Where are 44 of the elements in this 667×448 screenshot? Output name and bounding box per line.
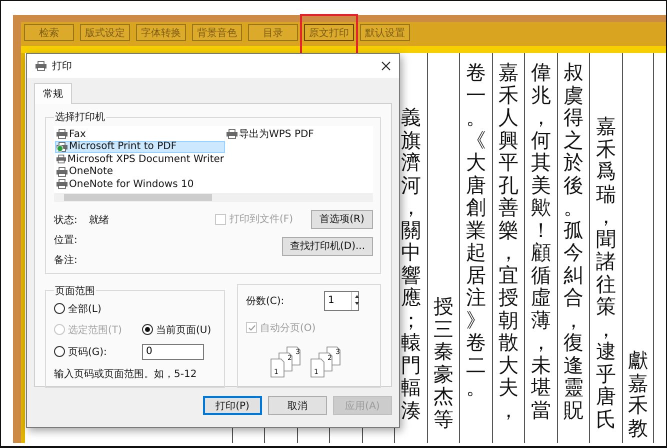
printer-item[interactable]: 导出为WPS PDF <box>225 128 372 140</box>
printer-list[interactable]: Fax Microsoft Print to PDF Microsoft XPS Document Writer OneNote OneNote for Windows 10 导出为WPS PDF <box>54 126 373 202</box>
text-column: 嘉禾爲瑞，聞諸往策，逮乎唐氏 <box>596 115 616 430</box>
tab[interactable]: 常规 <box>34 83 72 104</box>
printer-item[interactable]: Microsoft XPS Document Writer <box>55 153 225 166</box>
text-column: 卷一。《大唐創業起居注》卷二。 <box>466 61 486 398</box>
dialog-title: 打印 <box>52 60 73 73</box>
group-label: 选择打印机 <box>54 110 106 124</box>
printer-icon <box>226 129 238 140</box>
status-label: 状态: <box>54 214 78 226</box>
find-printer-button[interactable]: 查找打印机(D)... <box>282 236 373 256</box>
printer-icon <box>35 61 47 71</box>
dialog-button[interactable]: 取消 <box>268 396 327 415</box>
preferences-button[interactable]: 首选项(R) <box>311 210 373 228</box>
radio-option[interactable]: 页码(G): <box>54 344 142 358</box>
text-column: 叔虞得之於後。孤今糾合，復逢靈貺 <box>563 61 584 421</box>
status-label: 备注: <box>54 254 78 266</box>
status-value: 就绪 <box>89 214 109 226</box>
check-icon <box>248 324 256 332</box>
text-column: 偉兆，何其美歟！顧循虛薄，未堪當 <box>530 61 551 421</box>
copies-label: 份数(C): <box>246 294 284 308</box>
group-label: 页面范围 <box>54 284 96 298</box>
dialog-button[interactable]: 打印(P) <box>203 396 262 415</box>
hint-text: 输入页码或页面范围。如，5-12 <box>54 368 198 380</box>
text-column: 義旗濟河，關中響應；轅門輻湊 <box>400 106 421 421</box>
scrollbar[interactable] <box>54 192 373 202</box>
printer-item[interactable]: Fax <box>55 128 225 140</box>
printer-icon <box>56 154 66 164</box>
radio-option[interactable]: 当前页面(U) <box>142 322 217 336</box>
printer-icon <box>56 142 68 152</box>
text-column: 獻嘉禾教 <box>628 349 648 439</box>
pages-field[interactable]: 0 <box>142 344 204 360</box>
close-icon[interactable] <box>381 61 391 71</box>
printer-icon <box>56 166 68 177</box>
printer-item[interactable]: OneNote <box>55 166 225 178</box>
printer-item[interactable]: Microsoft Print to PDF <box>55 140 225 153</box>
radio-option[interactable]: 全部(L) <box>54 302 217 316</box>
text-column: 授三秦豪杰等 <box>433 295 454 430</box>
printer-item[interactable]: OneNote for Windows 10 <box>55 178 225 190</box>
status-label: 位置: <box>54 234 78 246</box>
printer-icon <box>56 179 68 190</box>
copies-field[interactable]: 1 <box>324 290 359 310</box>
printer-icon <box>56 129 68 140</box>
text-column: 嘉禾人興平孔善樂，宜授朝散大夫， <box>498 61 518 421</box>
